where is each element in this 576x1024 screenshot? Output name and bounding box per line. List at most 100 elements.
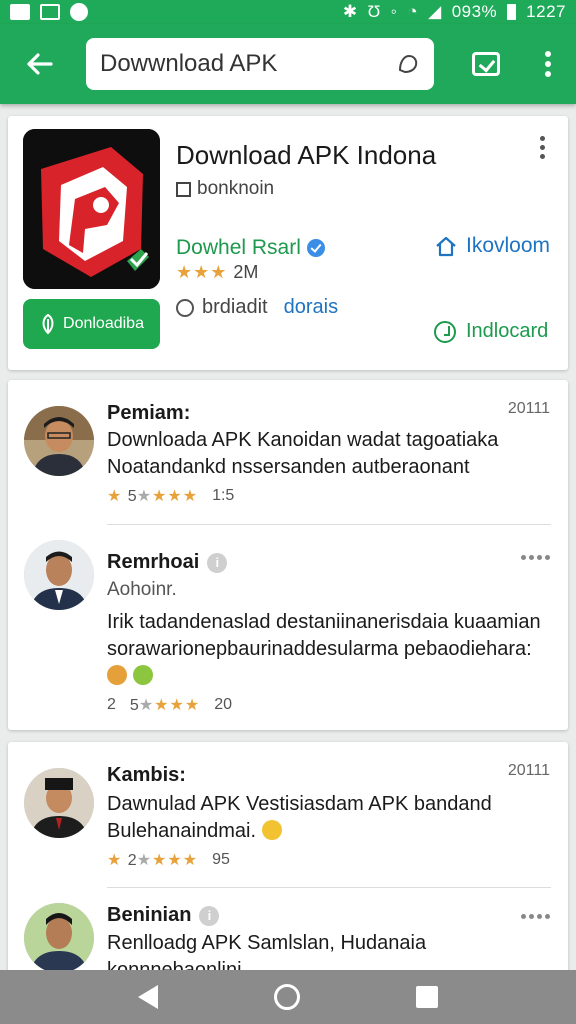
review-stars-value: 5 [127,488,137,505]
voice-search-icon[interactable] [396,52,420,76]
downloads-row: brdiadit dorais [176,296,338,319]
clock-icon [434,320,456,343]
wifi-icon: ◔ [407,2,419,21]
emoji-face-icon [107,665,127,685]
homepage-label: Ikovloom [466,234,551,257]
message-notification-icon [40,4,60,20]
overflow-menu-button[interactable] [520,24,576,104]
more-vert-icon [540,136,545,159]
review-menu-button[interactable] [521,914,550,919]
app-card-menu-button[interactable] [540,136,545,159]
downloads-link[interactable]: dorais [284,296,338,319]
signal-icon: ◢ [428,2,442,21]
review-likes: 20 [214,696,232,713]
home-icon [436,236,456,257]
battery-icon [507,4,517,20]
leaf-icon [42,313,54,335]
reviews-card: Kambis: 20111 Dawnulad APK Vestisiasdam … [8,742,568,982]
review-text: Irik tadandenaslad destaniinanerisdaia k… [107,611,541,660]
review-meta: ★ 5★★★★ 1:5 [107,486,234,506]
rating-count: 2M [233,262,259,282]
verified-badge-icon [306,239,325,257]
nav-recents-button[interactable] [416,986,438,1008]
reviewer-avatar[interactable] [24,540,94,610]
bluetooth-icon: ✱ [342,2,358,21]
app-title: Download APK Indona [176,140,437,170]
review-text-block: Irik tadandenaslad destaniinanerisdaia k… [107,609,547,690]
install-button[interactable]: Donloadiba [23,299,160,349]
app-category-label: bonknoin [197,178,275,199]
app-notification-icon [70,3,88,21]
rating-stars-icon: ★ [107,852,128,869]
battery-percent: 093% [451,2,498,21]
comment-icon [176,298,194,317]
checkbox-icon [472,52,500,76]
downloads-label: brdiadit [202,296,268,318]
app-category: bonknoin [176,178,274,200]
info-icon[interactable]: i [199,905,220,926]
review-meta: 2 5★★★★ 20 [107,695,232,715]
review-likes: 1:5 [212,487,235,504]
review-meta: ★ 2★★★★ 95 [107,850,230,870]
status-bar: ✱ Ʊ ◦ ◔ ◢ 093% 1227 [0,0,576,24]
arrow-left-icon [27,53,53,75]
app-rating: ★★★ 2M [176,262,258,283]
reviewer-avatar[interactable] [24,768,94,838]
back-arrow-button[interactable] [0,24,78,104]
app-bar: Dowwnload APK [0,24,576,104]
person-photo-icon [24,406,94,476]
install-label: Donloadiba [63,315,144,332]
reviewer-name: Beninian [107,904,192,926]
reviewer-name: Kambis: [107,764,186,786]
emoji-face-icon [261,820,282,840]
reviewer-avatar[interactable] [24,406,94,476]
homepage-link[interactable]: Ikovloom [434,234,550,258]
rating-stars-icon-2: ★★★★ [136,488,199,505]
person-photo-icon [24,768,94,838]
reviewer-name-row: Beninian i [107,904,220,927]
reviewer-name-row: Remrhoai i [107,551,228,574]
reviewer-name: Remrhoai [107,551,200,573]
review-date: 20111 [507,400,550,417]
rating-stars-icon: ★★★★ [138,697,201,714]
reviews-card: Pemiam: 20111 Downloada APK Kanoidan wad… [8,380,568,730]
info-icon[interactable]: i [207,552,228,573]
review-stars-prefix: 2 [107,696,116,713]
divider [107,887,551,888]
clock: 1227 [526,2,566,21]
search-input[interactable]: Dowwnload APK [86,38,434,90]
nav-back-button[interactable] [138,985,158,1009]
checklist-button[interactable] [458,24,514,104]
review-text: Downloada APK Kanoidan wadat tagoatiaka … [107,429,499,478]
image-notification-icon [10,4,30,20]
rating-stars-icon: ★★★ [176,262,228,282]
reviewer-subtitle: Aohoinr. [107,579,177,600]
review-menu-button[interactable] [521,555,550,560]
app-logo[interactable] [23,129,160,289]
system-nav-bar [0,970,576,1024]
review-stars-value: 2 [127,852,137,869]
emoji-clover-icon [132,665,153,685]
reviewer-avatar[interactable] [24,903,94,973]
app-info-card: Donloadiba Download APK Indona bonknoin … [8,116,568,370]
developer-link[interactable]: Dowhel Rsarl [176,236,325,260]
more-vert-icon [545,51,551,77]
divider [107,524,551,525]
review-likes: 95 [212,851,230,868]
rating-stars-icon: ★ [107,488,128,505]
indicator-label: Indlocard [466,320,549,342]
review-text: Dawnulad APK Vestisiasdam APK bandand Bu… [107,793,492,842]
review-date: 20111 [507,762,550,779]
nav-home-button[interactable] [274,984,300,1010]
indicator-link[interactable]: Indlocard [434,320,548,343]
review-stars-value: 5 [129,697,139,714]
developer-name: Dowhel Rsarl [176,236,301,259]
reviewer-name: Pemiam: [107,402,191,424]
person-photo-icon [24,903,94,973]
vibrate-icon: Ʊ [367,2,381,21]
shield-logo-icon [23,129,160,289]
search-text: Dowwnload APK [100,50,278,77]
review-text-block: Dawnulad APK Vestisiasdam APK bandand Bu… [107,791,557,845]
alarm-icon: ◦ [390,2,398,21]
category-icon [176,181,191,197]
